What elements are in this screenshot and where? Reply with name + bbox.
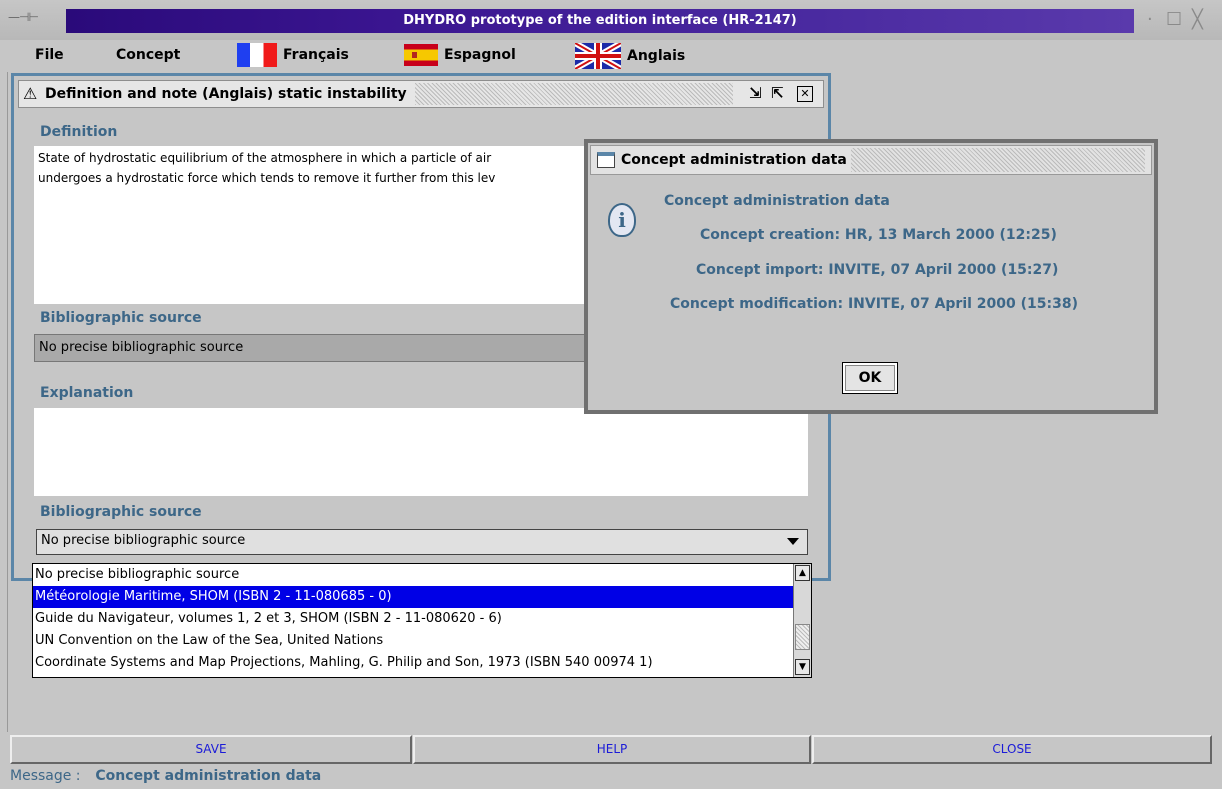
chevron-down-icon[interactable] (787, 538, 799, 545)
menu-lang-label: Espagnol (444, 47, 516, 63)
maximize-icon[interactable]: ☐ (1166, 8, 1182, 32)
fr-flag-icon (237, 43, 277, 67)
scroll-up-icon[interactable]: ▲ (795, 565, 810, 581)
close-icon[interactable]: ╳ (1192, 8, 1203, 32)
admin-data-dialog: Concept administration data i Concept ad… (584, 139, 1158, 414)
window-titlebar[interactable]: —⊣⊢ DHYDRO prototype of the edition inte… (0, 0, 1222, 40)
bib-source-combo[interactable]: No precise bibliographic source (36, 529, 808, 555)
combo-value: No precise bibliographic source (41, 533, 246, 548)
menu-lang-anglais[interactable]: Anglais (575, 43, 685, 69)
info-icon: i (608, 203, 636, 237)
window-title: DHYDRO prototype of the edition interfac… (66, 9, 1134, 33)
concept-modification-text: Concept modification: INVITE, 07 April 2… (670, 296, 1079, 312)
save-button[interactable]: SAVE (10, 735, 412, 764)
explanation-textarea[interactable] (34, 408, 808, 496)
menu-file[interactable]: File (35, 47, 64, 63)
concept-creation-text: Concept creation: HR, 13 March 2000 (12:… (700, 227, 1057, 243)
bib-source-label: Bibliographic source (40, 310, 202, 326)
menu-lang-label: Français (283, 47, 349, 63)
maximize-frame-icon[interactable]: ⇱ (771, 84, 784, 102)
status-bar: Message : Concept administration data (10, 768, 321, 784)
message-text: Concept administration data (95, 768, 322, 784)
dropdown-scrollbar[interactable]: ▲ ▼ (793, 564, 811, 677)
uk-flag-icon (575, 43, 621, 69)
frame-title-pattern (414, 83, 733, 105)
warning-icon: ⚠ (23, 84, 38, 103)
dialog-title: Concept administration data (621, 152, 847, 168)
definition-label: Definition (40, 124, 118, 140)
bib-source-label-2: Bibliographic source (40, 504, 202, 520)
help-button[interactable]: HELP (413, 735, 811, 764)
scroll-thumb[interactable] (795, 624, 810, 650)
window-icon (597, 152, 615, 168)
menu-lang-label: Anglais (627, 48, 686, 64)
menu-lang-espagnol[interactable]: Espagnol (404, 44, 516, 66)
dialog-title-pattern (850, 148, 1145, 172)
close-frame-icon[interactable]: ✕ (797, 86, 813, 102)
dialog-titlebar[interactable]: Concept administration data (590, 145, 1152, 175)
dropdown-item-selected[interactable]: Météorologie Maritime, SHOM (ISBN 2 - 11… (33, 586, 811, 608)
ok-button[interactable]: OK (842, 362, 898, 394)
minimize-icon[interactable]: · (1147, 8, 1153, 32)
explanation-label: Explanation (40, 385, 134, 401)
scroll-down-icon[interactable]: ▼ (795, 659, 810, 675)
dropdown-item[interactable]: Coordinate Systems and Map Projections, … (33, 652, 811, 674)
menu-lang-francais[interactable]: Français (237, 43, 349, 67)
menubar: File Concept Français Espagnol Anglais (0, 40, 1222, 72)
close-button[interactable]: CLOSE (812, 735, 1212, 764)
bib-source-dropdown[interactable]: No precise bibliographic source Météorol… (32, 563, 812, 678)
es-flag-icon (404, 44, 438, 66)
concept-import-text: Concept import: INVITE, 07 April 2000 (1… (696, 262, 1059, 278)
dropdown-item[interactable]: UN Convention on the Law of the Sea, Uni… (33, 630, 811, 652)
message-label: Message : (10, 768, 81, 784)
frame-titlebar[interactable]: ⚠ Definition and note (Anglais) static i… (18, 80, 824, 108)
window-grab-icon[interactable]: —⊣⊢ (8, 10, 68, 30)
dropdown-item[interactable]: Guide du Navigateur, volumes 1, 2 et 3, … (33, 608, 811, 630)
menu-concept[interactable]: Concept (116, 47, 180, 63)
frame-title: Definition and note (Anglais) static ins… (45, 86, 407, 102)
dropdown-item[interactable]: No precise bibliographic source (33, 564, 811, 586)
iconify-icon[interactable]: ⇲ (749, 84, 762, 102)
dialog-heading: Concept administration data (664, 193, 890, 209)
